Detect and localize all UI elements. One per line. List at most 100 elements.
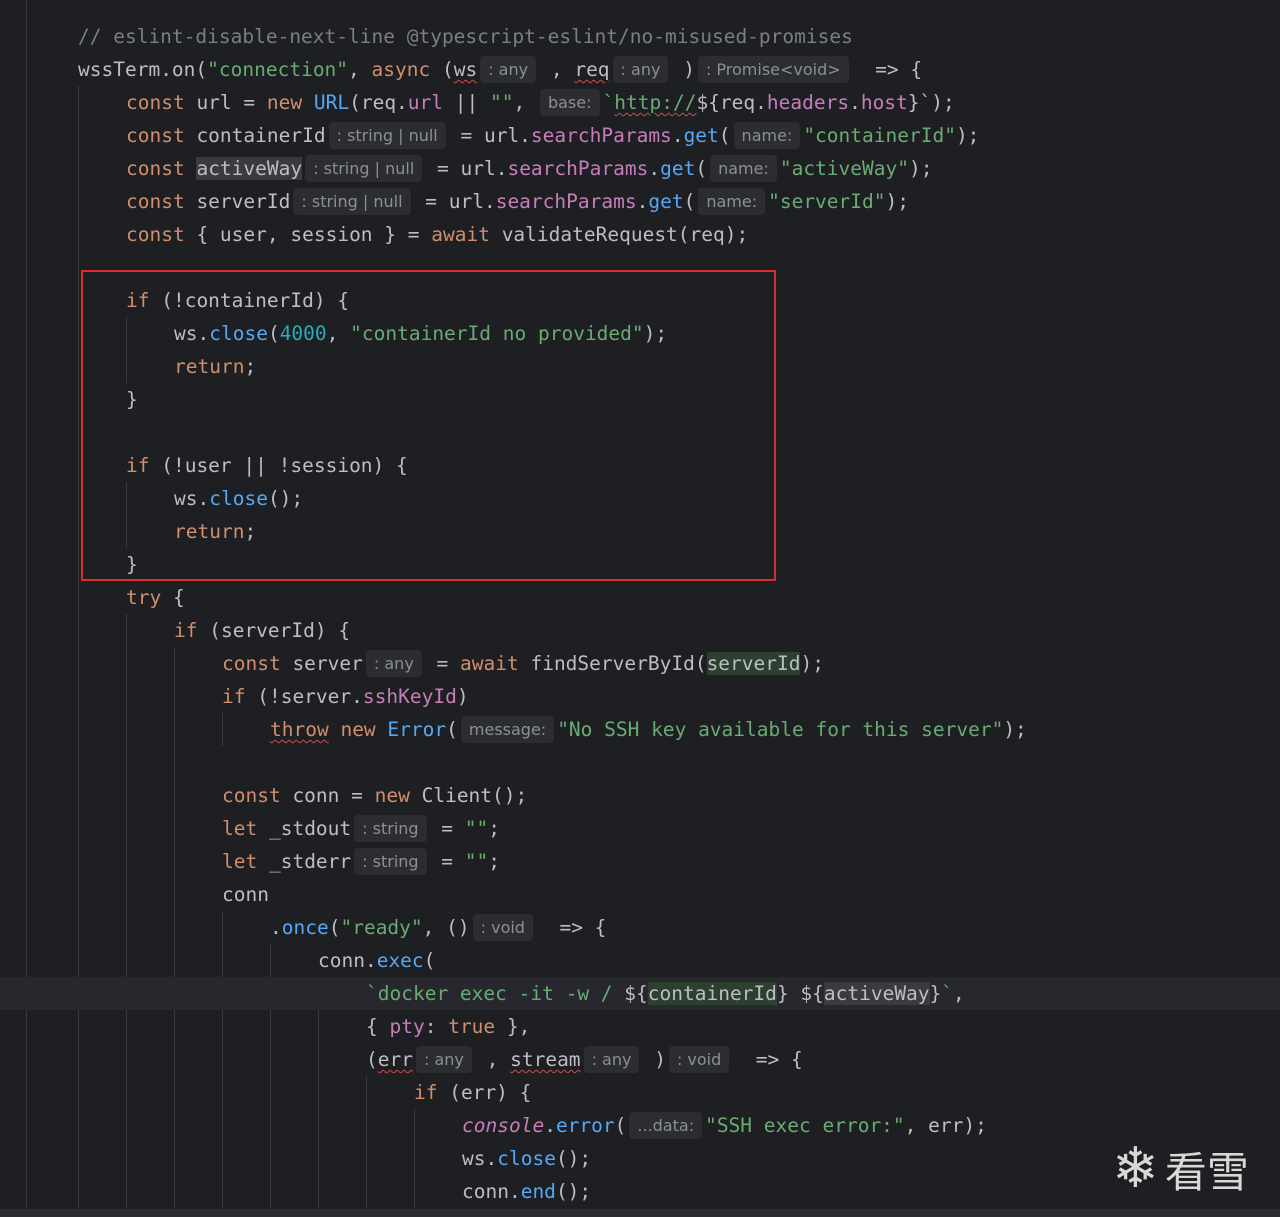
punct: ( bbox=[423, 949, 436, 972]
code-line[interactable]: if (!server.sshKeyId) bbox=[222, 680, 469, 713]
type-hint: : Promise<void> bbox=[697, 56, 849, 83]
keyword: const bbox=[126, 223, 185, 246]
identifier: validateRequest(req); bbox=[489, 223, 749, 246]
punct: . bbox=[671, 124, 684, 147]
punct: ${ bbox=[624, 982, 648, 1005]
param-hint: name: bbox=[733, 122, 801, 149]
code-line[interactable]: const { user, session } = await validate… bbox=[126, 218, 748, 251]
arrow: => { bbox=[559, 916, 607, 939]
arrow: => { bbox=[875, 58, 923, 81]
code-line[interactable]: const activeWay: string | null = url.sea… bbox=[126, 152, 932, 185]
indent-guide bbox=[78, 86, 79, 1209]
punct: { bbox=[161, 586, 185, 609]
punct: = bbox=[424, 652, 461, 675]
identifier-highlighted: activeWay bbox=[823, 982, 930, 1005]
code-line[interactable]: const server: any = await findServerById… bbox=[222, 647, 824, 680]
punct: ( bbox=[683, 190, 696, 213]
string-literal: "ready" bbox=[340, 916, 423, 939]
punct bbox=[732, 1048, 755, 1071]
punct: ( bbox=[328, 916, 341, 939]
punct: . bbox=[648, 157, 661, 180]
code-line[interactable]: conn.exec( bbox=[318, 944, 435, 977]
method: end bbox=[520, 1180, 556, 1203]
punct: , bbox=[348, 58, 372, 81]
code-line[interactable]: try { bbox=[126, 581, 185, 614]
punct: }`); bbox=[907, 91, 955, 114]
global-object: console bbox=[462, 1114, 545, 1137]
code-line[interactable]: const containerId: string | null = url.s… bbox=[126, 119, 979, 152]
identifier: conn bbox=[222, 883, 269, 906]
keyword: new bbox=[340, 718, 376, 741]
code-line-current[interactable]: `docker exec -it -w / ${containerId} ${a… bbox=[0, 977, 1280, 1010]
identifier: serverId bbox=[184, 190, 291, 213]
keyword: if bbox=[174, 619, 198, 642]
identifier: findServerById( bbox=[518, 652, 707, 675]
type-hint: : void bbox=[668, 1046, 730, 1073]
code-line[interactable]: let _stderr: string = ""; bbox=[222, 845, 500, 878]
indent-guide bbox=[126, 614, 127, 1209]
type-hint: : any bbox=[415, 1046, 472, 1073]
code-line[interactable]: // eslint-disable-next-line @typescript-… bbox=[78, 20, 853, 53]
method: get bbox=[683, 124, 719, 147]
param-hint: ...data: bbox=[629, 1112, 703, 1139]
punct: , bbox=[539, 58, 575, 81]
string-literal: "containerId" bbox=[803, 124, 956, 147]
punct: ( bbox=[430, 58, 454, 81]
punct: = bbox=[429, 817, 465, 840]
code-line[interactable]: console.error(...data: "SSH exec error:",… bbox=[462, 1109, 987, 1142]
punct: , () bbox=[422, 916, 470, 939]
code-line[interactable]: ws.close(); bbox=[462, 1142, 591, 1175]
type-hint: : any bbox=[480, 56, 537, 83]
identifier: (req. bbox=[349, 91, 408, 114]
arrow: => { bbox=[755, 1048, 803, 1071]
code-editor[interactable]: // eslint-disable-next-line @typescript-… bbox=[0, 0, 1280, 1217]
code-line[interactable]: const serverId: string | null = url.sear… bbox=[126, 185, 909, 218]
code-line[interactable]: wssTerm.on("connection", async (ws: any … bbox=[78, 53, 922, 86]
identifier-highlighted: containerId bbox=[647, 982, 777, 1005]
punct: }, bbox=[495, 1015, 531, 1038]
param-req: req bbox=[574, 58, 610, 81]
punct: . bbox=[544, 1114, 556, 1137]
keyword: if bbox=[414, 1081, 438, 1104]
punct: , bbox=[513, 91, 537, 114]
code-line[interactable]: (err: any , stream: any ): void => { bbox=[366, 1043, 803, 1076]
code-line[interactable]: throw new Error(message: "No SSH key avai… bbox=[270, 713, 1027, 746]
type-hint: : string | null bbox=[328, 122, 446, 149]
code-line[interactable]: { pty: true }, bbox=[366, 1010, 530, 1043]
string-literal: "serverId" bbox=[768, 190, 886, 213]
code-line[interactable]: let _stdout: string = ""; bbox=[222, 812, 500, 845]
code-line[interactable]: conn bbox=[222, 878, 269, 911]
snowflake-icon: ❄ bbox=[1112, 1136, 1159, 1201]
identifier: Client(); bbox=[409, 784, 528, 807]
identifier: url = bbox=[184, 91, 267, 114]
class-name: Error bbox=[375, 718, 447, 741]
string-literal: "No SSH key available for this server" bbox=[557, 718, 1004, 741]
code-line[interactable]: .once("ready", (): void => { bbox=[270, 911, 606, 944]
property: pty bbox=[389, 1015, 425, 1038]
identifier: containerId bbox=[184, 124, 326, 147]
code-line[interactable]: const conn = new Client(); bbox=[222, 779, 527, 812]
identifier-highlighted: activeWay bbox=[196, 157, 303, 180]
identifier: wssTerm bbox=[78, 58, 161, 81]
highlight-annotation-box bbox=[81, 270, 776, 581]
param-hint: base: bbox=[539, 89, 600, 116]
punct: { bbox=[366, 1015, 390, 1038]
punct: . bbox=[636, 190, 649, 213]
string-literal: "SSH exec error:" bbox=[705, 1114, 905, 1137]
punct: ( bbox=[614, 1114, 627, 1137]
code-line[interactable]: if (err) { bbox=[414, 1076, 531, 1109]
type-hint: : string | null bbox=[293, 188, 411, 215]
punct: ; bbox=[488, 850, 501, 873]
property: searchParams bbox=[507, 157, 649, 180]
code-line[interactable]: if (serverId) { bbox=[174, 614, 350, 647]
punct: . bbox=[849, 91, 861, 114]
keyword: let bbox=[222, 817, 258, 840]
bottom-scrollbar[interactable] bbox=[0, 1209, 1280, 1217]
method: get bbox=[648, 190, 684, 213]
code-line[interactable]: const url = new URL(req.url || "", base:… bbox=[126, 86, 955, 119]
punct: ); bbox=[800, 652, 824, 675]
keyword: await bbox=[431, 223, 490, 246]
string-literal: "connection" bbox=[207, 58, 349, 81]
code-line[interactable]: conn.end(); bbox=[462, 1175, 591, 1208]
punct: (); bbox=[555, 1147, 592, 1170]
